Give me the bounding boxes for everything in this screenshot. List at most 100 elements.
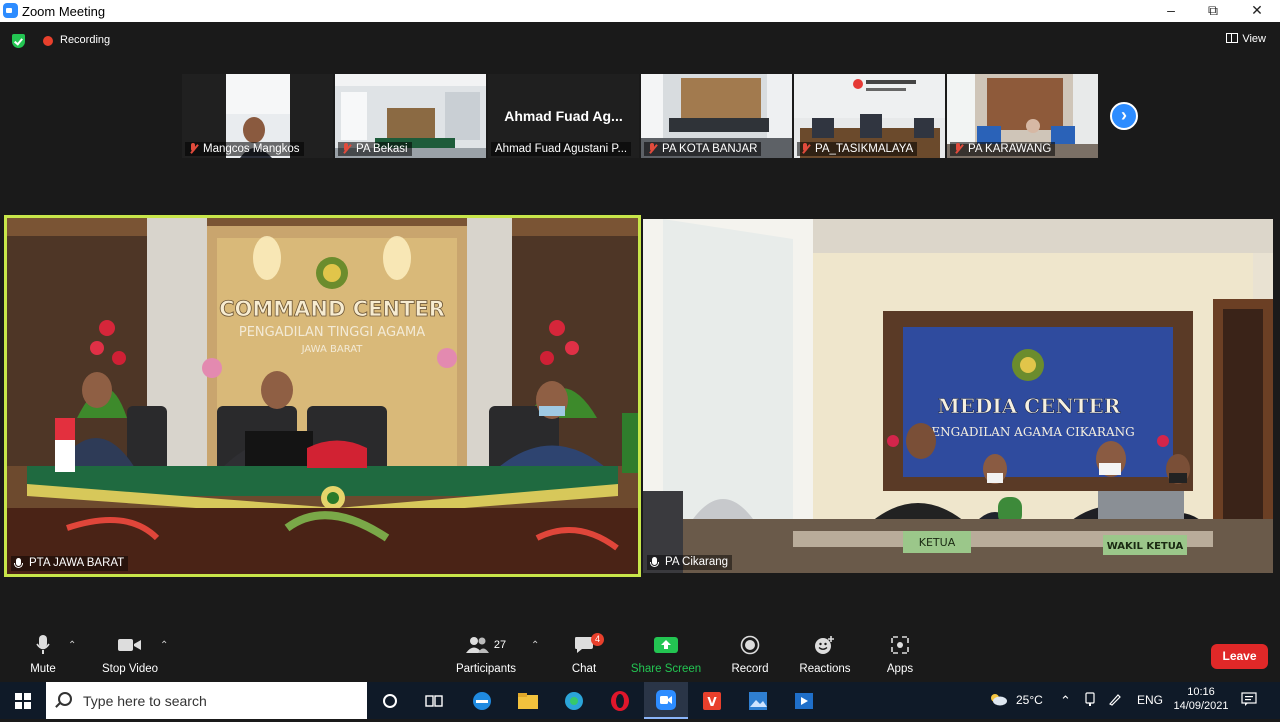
participant-video-feed: COMMAND CENTER PENGADILAN TINGGI AGAMA J…	[7, 218, 638, 574]
leave-button[interactable]: Leave	[1211, 644, 1268, 669]
language-indicator[interactable]: ENG	[1137, 682, 1163, 719]
clock-time: 10:16	[1187, 686, 1215, 698]
stop-video-button[interactable]: Stop Video	[85, 630, 175, 675]
taskbar-edge[interactable]	[552, 682, 596, 719]
task-view-icon	[425, 694, 443, 707]
folder-icon	[518, 692, 538, 709]
taskbar-edge-legacy[interactable]	[460, 682, 504, 719]
next-page-chevron-icon[interactable]: ›	[1110, 102, 1138, 130]
taskbar-photos[interactable]	[736, 682, 780, 719]
video-camera-icon	[118, 639, 141, 651]
security-shield-icon[interactable]	[12, 34, 25, 48]
share-screen-button[interactable]: Share Screen	[621, 630, 711, 675]
participant-name: PTA JAWA BARAT	[29, 557, 125, 569]
participant-name-label: PA KOTA BANJAR	[644, 142, 762, 156]
meeting-toolbar: Mute ⌃ Stop Video ⌃ 27 Participants ⌃ 4 …	[0, 630, 1280, 682]
banner-subtitle: PENGADILAN AGAMA CIKARANG	[923, 425, 1134, 439]
svg-text:V: V	[707, 695, 717, 709]
view-button[interactable]: View	[1226, 33, 1266, 45]
apps-icon	[891, 636, 909, 654]
chat-label: Chat	[571, 663, 597, 675]
participant-video-feed: MEDIA CENTER PENGADILAN AGAMA CIKARANG K…	[643, 219, 1273, 573]
wall-sign-region: JAWA BARAT	[301, 344, 364, 355]
video-tile-active-speaker[interactable]: COMMAND CENTER PENGADILAN TINGGI AGAMA J…	[4, 215, 641, 577]
thumbnail-tile[interactable]: PA KARAWANG	[947, 74, 1098, 158]
video-name-label: PTA JAWA BARAT	[11, 556, 129, 571]
mute-label: Mute	[30, 663, 56, 675]
network-icon[interactable]	[1083, 682, 1097, 719]
participants-count: 27	[493, 639, 507, 651]
cortana-button[interactable]	[368, 682, 412, 719]
search-icon	[58, 692, 72, 706]
video-name-label: PA Cikarang	[647, 555, 733, 570]
participant-name: PA Cikarang	[665, 556, 729, 568]
share-screen-label: Share Screen	[630, 663, 702, 675]
recording-label[interactable]: Recording	[60, 34, 110, 46]
participants-label: Participants	[455, 663, 517, 675]
minimize-button[interactable]: –	[1148, 0, 1194, 22]
photos-icon	[749, 691, 767, 710]
taskbar-vpn-app[interactable]: V	[690, 682, 734, 719]
chat-button[interactable]: 4 Chat	[539, 630, 629, 675]
windows-taskbar: Type here to search V 25°C ⌃ ENG 10:16 1…	[0, 682, 1280, 719]
stop-video-label: Stop Video	[101, 663, 159, 675]
participant-name: Mangcos Mangkos	[203, 143, 300, 155]
temperature-label[interactable]: 25°C	[1016, 682, 1043, 719]
search-placeholder: Type here to search	[83, 693, 207, 709]
taskbar-zoom[interactable]	[644, 682, 688, 719]
thumbnail-tile[interactable]: PA_TASIKMALAYA	[794, 74, 945, 158]
taskbar-search-box[interactable]: Type here to search	[46, 682, 367, 719]
thumbnail-tile[interactable]: Ahmad Fuad Ag... Ahmad Fuad Agustani P..…	[488, 74, 639, 158]
clock-date: 14/09/2021	[1173, 700, 1229, 712]
desk-sign-ketua: KETUA	[919, 536, 956, 549]
banner-title: MEDIA CENTER	[938, 394, 1121, 418]
edge-browser-icon	[565, 691, 583, 710]
notification-center-icon[interactable]	[1241, 682, 1257, 719]
wall-sign-subtitle: PENGADILAN TINGGI AGAMA	[239, 325, 425, 340]
thumbnail-tile[interactable]: Mangcos Mangkos	[182, 74, 333, 158]
apps-button[interactable]: Apps	[855, 630, 945, 675]
show-hidden-icons-chevron-icon[interactable]: ⌃	[1060, 682, 1071, 719]
close-button[interactable]: ✕	[1234, 0, 1280, 22]
zoom-app-icon	[656, 689, 676, 710]
share-screen-icon	[654, 637, 678, 653]
participants-button[interactable]: 27 Participants	[441, 630, 531, 675]
participant-name-label: Ahmad Fuad Agustani P...	[491, 142, 632, 156]
window-title: Zoom Meeting	[22, 4, 106, 19]
participant-name: PA KARAWANG	[968, 143, 1052, 155]
taskbar-media-app[interactable]	[782, 682, 826, 719]
taskbar-clock[interactable]: 10:16 14/09/2021	[1170, 682, 1232, 722]
reactions-smiley-icon	[815, 636, 834, 654]
participant-display-name: Ahmad Fuad Ag...	[504, 108, 623, 124]
mic-icon	[14, 558, 23, 568]
task-view-button[interactable]	[412, 682, 456, 719]
cortana-circle-icon	[383, 693, 397, 708]
video-options-caret-icon[interactable]: ⌃	[160, 640, 168, 651]
chat-unread-badge: 4	[591, 633, 604, 646]
opera-browser-icon	[611, 690, 629, 711]
mic-muted-icon	[954, 143, 962, 154]
view-label: View	[1242, 33, 1266, 45]
taskbar-file-explorer[interactable]	[506, 682, 550, 719]
maximize-button[interactable]: ⧉	[1190, 0, 1236, 22]
mic-muted-icon	[648, 143, 656, 154]
thumbnail-tile[interactable]: PA Bekasi	[335, 74, 486, 158]
microphone-icon	[36, 635, 50, 654]
mute-button[interactable]: Mute	[0, 630, 88, 675]
participant-name-label: Mangcos Mangkos	[185, 142, 304, 156]
mic-muted-icon	[189, 143, 197, 154]
video-tile[interactable]: MEDIA CENTER PENGADILAN AGAMA CIKARANG K…	[643, 219, 1273, 573]
thumbnail-tile[interactable]: PA KOTA BANJAR	[641, 74, 792, 158]
window-titlebar: Zoom Meeting – ⧉ ✕	[0, 0, 1280, 22]
wall-sign-title: COMMAND CENTER	[219, 297, 445, 321]
start-button[interactable]	[0, 682, 46, 719]
weather-widget[interactable]	[988, 682, 1008, 719]
audio-options-caret-icon[interactable]: ⌃	[68, 640, 76, 651]
participant-name-label: PA Bekasi	[338, 142, 412, 156]
participant-name-label: PA KARAWANG	[950, 142, 1056, 156]
weather-cloud-sun-icon	[991, 694, 1007, 706]
taskbar-opera[interactable]	[598, 682, 642, 719]
pen-icon[interactable]	[1108, 682, 1122, 719]
participants-icon	[465, 637, 489, 653]
participant-name: Ahmad Fuad Agustani P...	[495, 143, 628, 155]
